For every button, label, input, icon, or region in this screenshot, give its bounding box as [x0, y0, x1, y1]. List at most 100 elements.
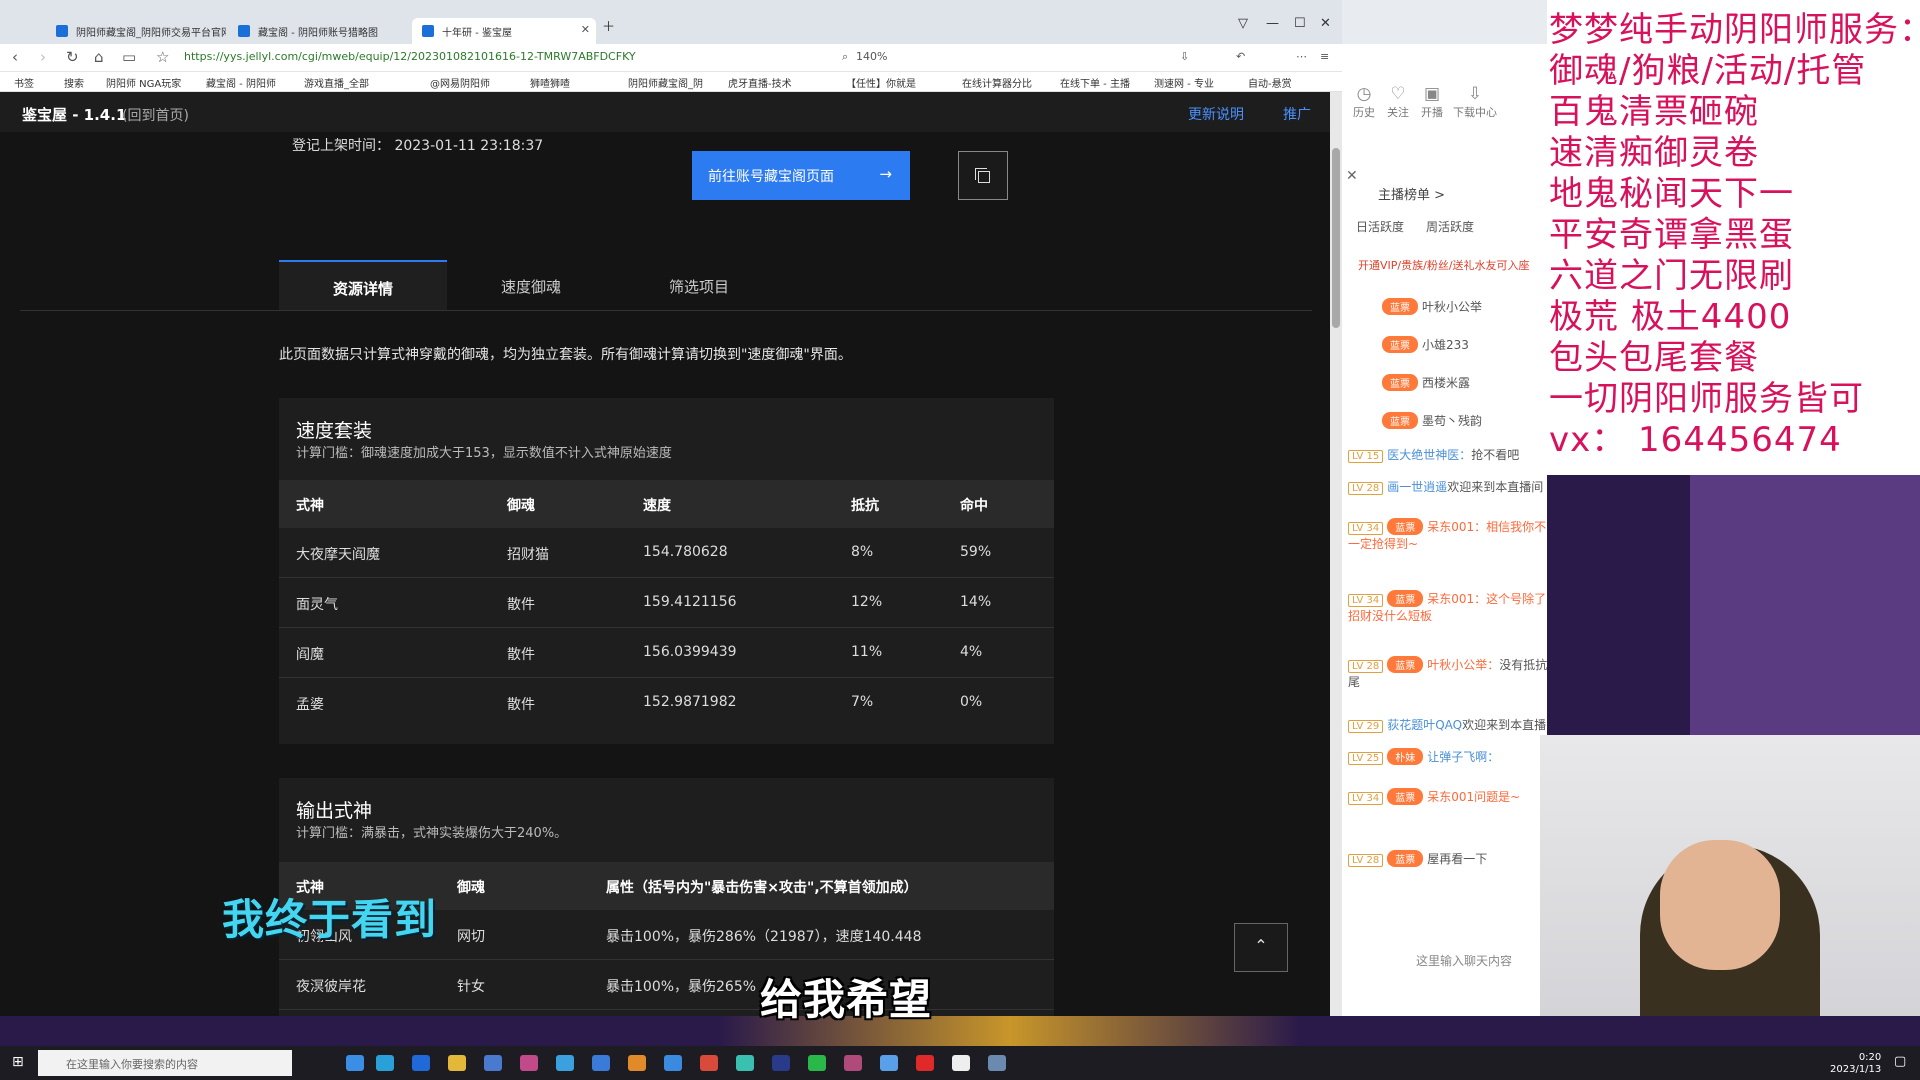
forward-icon[interactable]: ›	[40, 48, 46, 66]
app-k-icon[interactable]	[412, 1055, 430, 1071]
close-window-icon[interactable]: ✕	[1320, 16, 1331, 31]
chat-user[interactable]: 呆东001：	[1427, 592, 1486, 606]
bookmark-item[interactable]: 阴阳师 NGA玩家	[106, 75, 181, 90]
app-mail-icon[interactable]	[592, 1055, 610, 1071]
app-wechat-icon[interactable]	[808, 1055, 826, 1071]
app-qqbrowser-icon[interactable]	[880, 1055, 898, 1071]
listing-time: 登记上架时间： 2023-01-11 23:18:37	[292, 138, 544, 154]
tab-bar: 阴阳师藏宝阁_阴阳师交易平台官网 藏宝阁 - 阴阳师账号猎略图 十年研 - 鉴宝…	[0, 0, 1342, 44]
chat-user[interactable]: 墨苟丶残韵	[1422, 414, 1482, 428]
chat-user[interactable]: 荻花题叶QAQ	[1387, 718, 1462, 732]
app-chat-icon[interactable]	[952, 1055, 970, 1071]
level-badge: LV 28	[1348, 660, 1384, 673]
download-center-button[interactable]: ⇩ 下载中心	[1450, 84, 1500, 120]
col-header: 御魂	[507, 498, 535, 514]
bookmark-item[interactable]: 藏宝阁 - 阴阳师	[206, 75, 276, 90]
app-store-icon[interactable]	[484, 1055, 502, 1071]
goto-cbg-button[interactable]: 前往账号藏宝阁页面 →	[692, 151, 910, 200]
windows-start-icon[interactable]: ⊞	[12, 1054, 24, 1070]
back-home-link[interactable]: (回到首页)	[122, 105, 189, 125]
history-button[interactable]: ◷ 历史	[1348, 84, 1380, 120]
bookmark-item[interactable]: 狮喳狮喳	[530, 75, 570, 90]
app-ai-icon[interactable]	[772, 1055, 790, 1071]
zoom-level[interactable]: 140%	[856, 50, 887, 63]
chat-user[interactable]: 呆东001	[1427, 790, 1474, 804]
home-icon[interactable]: ⌂	[94, 48, 104, 66]
taskbar-search[interactable]: 在这里输入你要搜索的内容	[38, 1050, 292, 1076]
chat-message: LV 34 蓝票 呆东001：相信我你不一定抢得到~	[1348, 518, 1547, 552]
back-icon[interactable]: ‹	[12, 48, 18, 66]
app-six-icon[interactable]	[916, 1055, 934, 1071]
refresh-icon[interactable]: ↻	[66, 48, 79, 66]
bookmark-item[interactable]: 阴阳师藏宝阁_阴	[628, 75, 703, 90]
icon-label: 下载中心	[1453, 106, 1497, 119]
back-to-top-button[interactable]: ⌃	[1234, 923, 1288, 972]
reader-icon[interactable]: ▭	[122, 48, 136, 66]
bookmark-item[interactable]: 在线下单 - 主播	[1060, 75, 1130, 90]
app-chrome-icon[interactable]	[700, 1055, 718, 1071]
system-clock[interactable]: 0:20 2023/1/13	[1830, 1052, 1881, 1076]
anchor-rank-link[interactable]: 主播榜单 >	[1378, 184, 1445, 203]
more-icon[interactable]: ⋯	[1296, 50, 1307, 63]
notification-icon[interactable]: ▢	[1894, 1054, 1906, 1069]
browser-tab-thumbnail[interactable]: 藏宝阁 - 阴阳师账号猎略图	[228, 18, 408, 44]
bookmark-item[interactable]: @网易阴阳师	[430, 75, 490, 90]
chat-input[interactable]: 这里输入聊天内容	[1416, 952, 1512, 969]
broadcast-button[interactable]: ▣ 开播	[1416, 84, 1448, 120]
fan-badge: 蓝票	[1382, 336, 1418, 353]
cell: 阎魔	[296, 647, 324, 663]
browser-tab-jianbaowu[interactable]: 十年研 - 鉴宝屋 ✕	[412, 18, 596, 44]
tab-speed-soul[interactable]: 速度御魂	[447, 260, 615, 310]
rank-tab-weekly[interactable]: 周活跃度	[1426, 218, 1474, 235]
bookmark-item[interactable]: 在线计算器分比	[962, 75, 1032, 90]
bookmark-item[interactable]: 【任性】你就是	[846, 75, 916, 90]
close-icon[interactable]: ✕	[1346, 168, 1358, 184]
bookmark-star-icon[interactable]: ☆	[156, 48, 169, 66]
minimize-icon[interactable]: —	[1266, 16, 1279, 31]
new-tab-icon[interactable]: ＋	[602, 16, 615, 35]
chat-user[interactable]: 西楼米露	[1422, 376, 1470, 390]
chat-user[interactable]: 画一世逍遥	[1387, 480, 1447, 494]
tab-filter-items[interactable]: 筛选项目	[615, 260, 783, 310]
taskbar: ⊞ 在这里输入你要搜索的内容 0:20 2023/1/13 ▢	[0, 1046, 1920, 1080]
browser-tab-cbg[interactable]: 阴阳师藏宝阁_阴阳师交易平台官网	[46, 18, 226, 44]
bookmark-item[interactable]: 搜索	[64, 75, 84, 90]
app-yys-icon[interactable]	[844, 1055, 862, 1071]
undo-icon[interactable]: ↶	[1236, 50, 1245, 63]
bookmark-item[interactable]: 测速网 - 专业	[1154, 75, 1214, 90]
chat-user[interactable]: 医大绝世神医：	[1387, 448, 1471, 462]
rank-tab-daily[interactable]: 日活跃度	[1356, 218, 1404, 235]
promote-link[interactable]: 推广	[1283, 104, 1311, 124]
bookmark-item[interactable]: 自动-悬赏	[1248, 75, 1292, 90]
app-calc-icon[interactable]	[988, 1055, 1006, 1071]
bookmark-item[interactable]: 游戏直播_全部	[304, 75, 369, 90]
fan-badge: 朴妹	[1387, 748, 1424, 765]
app-tool-icon[interactable]	[628, 1055, 646, 1071]
changelog-link[interactable]: 更新说明	[1188, 104, 1244, 124]
maximize-icon[interactable]: ☐	[1294, 16, 1306, 31]
bookmark-item[interactable]: 虎牙直播-技术	[728, 75, 792, 90]
chat-user[interactable]: 叶秋小公举：	[1427, 658, 1499, 672]
tab-resource-details[interactable]: 资源详情	[279, 260, 447, 310]
app-browser-icon[interactable]	[346, 1055, 364, 1071]
tab-menu-icon[interactable]: ▽	[1238, 16, 1248, 31]
url-field[interactable]: https://yys.jellyl.com/cgi/mweb/equip/12…	[184, 50, 636, 63]
app-game-icon[interactable]	[520, 1055, 538, 1071]
chat-user[interactable]: 叶秋小公举	[1422, 300, 1482, 314]
scrollbar-thumb[interactable]	[1332, 148, 1340, 328]
chat-user[interactable]: 呆东001：	[1427, 520, 1486, 534]
app-notes-icon[interactable]	[736, 1055, 754, 1071]
bookmark-item[interactable]: 书签	[14, 75, 34, 90]
tab-favicon-icon	[238, 25, 250, 37]
menu-icon[interactable]: ≡	[1320, 50, 1329, 63]
close-tab-icon[interactable]: ✕	[581, 23, 590, 36]
chat-user[interactable]: 让弹子飞啊：	[1427, 750, 1499, 764]
app-qq-icon[interactable]	[556, 1055, 574, 1071]
app-edge-icon[interactable]	[376, 1055, 394, 1071]
app-feishu-icon[interactable]	[664, 1055, 682, 1071]
chat-user[interactable]: 小雄233	[1422, 338, 1469, 352]
download-icon[interactable]: ⇩	[1180, 50, 1189, 63]
app-folder-icon[interactable]	[448, 1055, 466, 1071]
follow-button[interactable]: ♡ 关注	[1382, 84, 1414, 120]
copy-button[interactable]	[958, 151, 1008, 200]
